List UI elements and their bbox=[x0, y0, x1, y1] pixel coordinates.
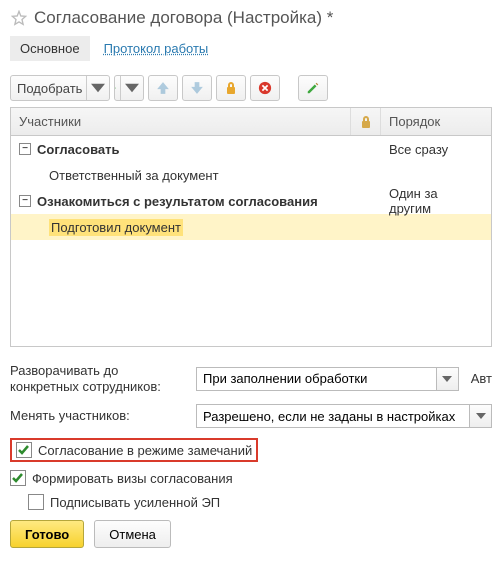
tab-main[interactable]: Основное bbox=[10, 36, 90, 61]
select-button-label: Подобрать bbox=[17, 81, 82, 96]
cancel-button[interactable]: Отмена bbox=[94, 520, 171, 548]
expand-dropdown-button[interactable] bbox=[437, 367, 459, 391]
grid-header: Участники Порядок bbox=[11, 108, 491, 136]
table-row[interactable]: Подготовил документ bbox=[11, 214, 491, 240]
participants-grid: Участники Порядок − Согласовать Все сраз… bbox=[10, 107, 492, 347]
sign-ep-label: Подписывать усиленной ЭП bbox=[50, 495, 220, 510]
tab-protocol[interactable]: Протокол работы bbox=[94, 36, 219, 61]
ok-button[interactable]: Готово bbox=[10, 520, 84, 548]
expand-select[interactable] bbox=[196, 367, 437, 391]
page-title: Согласование договора (Настройка) * bbox=[34, 8, 333, 28]
remarks-label: Согласование в режиме замечаний bbox=[38, 443, 252, 458]
sign-ep-row: Подписывать усиленной ЭП bbox=[28, 494, 492, 510]
table-row[interactable]: Ответственный за документ bbox=[11, 162, 491, 188]
remarks-checkbox[interactable] bbox=[16, 442, 32, 458]
add-dropdown-icon[interactable] bbox=[120, 76, 143, 100]
delete-button[interactable] bbox=[250, 75, 280, 101]
favorite-star-icon[interactable] bbox=[10, 9, 28, 27]
select-button[interactable]: Подобрать bbox=[10, 75, 110, 101]
collapse-icon[interactable]: − bbox=[19, 143, 31, 155]
lock-button[interactable] bbox=[216, 75, 246, 101]
grid-body: − Согласовать Все сразу Ответственный за… bbox=[11, 136, 491, 346]
column-header-lock[interactable] bbox=[351, 108, 381, 135]
row-label: Ответственный за документ bbox=[49, 168, 219, 183]
table-row[interactable]: − Согласовать Все сразу bbox=[11, 136, 491, 162]
move-down-button[interactable] bbox=[182, 75, 212, 101]
add-button[interactable] bbox=[114, 75, 144, 101]
column-header-participants[interactable]: Участники bbox=[11, 108, 351, 135]
change-label: Менять участников: bbox=[10, 408, 190, 424]
row-label: Ознакомиться с результатом согласования bbox=[37, 194, 318, 209]
sign-ep-checkbox[interactable] bbox=[28, 494, 44, 510]
row-order: Один за другим bbox=[381, 188, 491, 214]
expand-label: Разворачивать до конкретных сотрудников: bbox=[10, 363, 190, 394]
visas-label: Формировать визы согласования bbox=[32, 471, 233, 486]
toolbar: Подобрать bbox=[10, 75, 492, 101]
change-dropdown-button[interactable] bbox=[470, 404, 492, 428]
change-select[interactable] bbox=[196, 404, 470, 428]
edit-button[interactable] bbox=[298, 75, 328, 101]
column-header-order[interactable]: Порядок bbox=[381, 108, 491, 135]
visas-row: Формировать визы согласования bbox=[10, 470, 492, 486]
table-row[interactable]: − Ознакомиться с результатом согласовани… bbox=[11, 188, 491, 214]
tab-bar: Основное Протокол работы bbox=[10, 36, 492, 61]
remarks-mode-row: Согласование в режиме замечаний bbox=[10, 438, 258, 462]
row-label: Подготовил документ bbox=[49, 219, 183, 236]
visas-checkbox[interactable] bbox=[10, 470, 26, 486]
expand-trailing-label: Авт bbox=[471, 371, 492, 386]
select-dropdown-icon[interactable] bbox=[86, 76, 109, 100]
row-order: Все сразу bbox=[381, 136, 491, 162]
collapse-icon[interactable]: − bbox=[19, 195, 31, 207]
row-label: Согласовать bbox=[37, 142, 120, 157]
move-up-button[interactable] bbox=[148, 75, 178, 101]
